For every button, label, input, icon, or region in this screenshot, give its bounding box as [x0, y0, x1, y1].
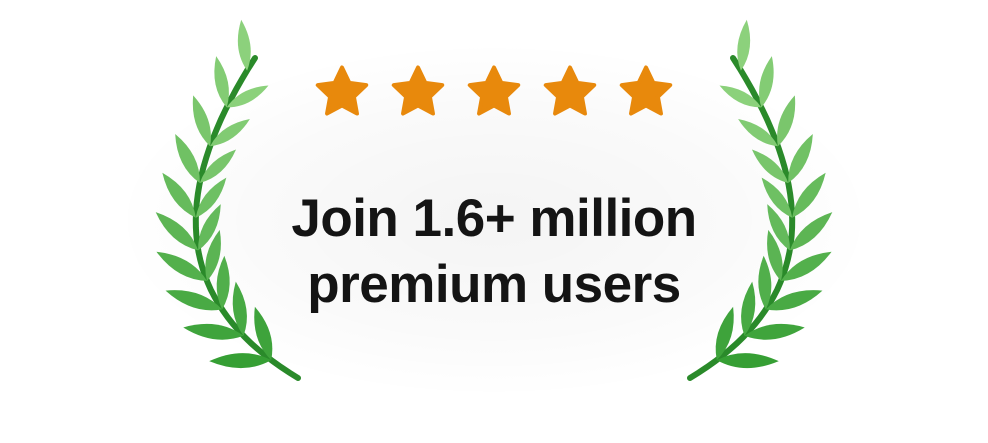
headline: Join 1.6+ million premium users	[0, 186, 988, 318]
star-icon	[543, 65, 597, 116]
headline-line-1: Join 1.6+ million	[291, 189, 697, 248]
star-icon	[315, 65, 369, 116]
star-icon	[467, 65, 521, 116]
star-icon	[391, 65, 445, 116]
star-icon	[619, 65, 673, 116]
star-rating	[0, 62, 988, 122]
rating-badge: Join 1.6+ million premium users	[0, 0, 988, 443]
headline-line-2: premium users	[307, 255, 681, 314]
